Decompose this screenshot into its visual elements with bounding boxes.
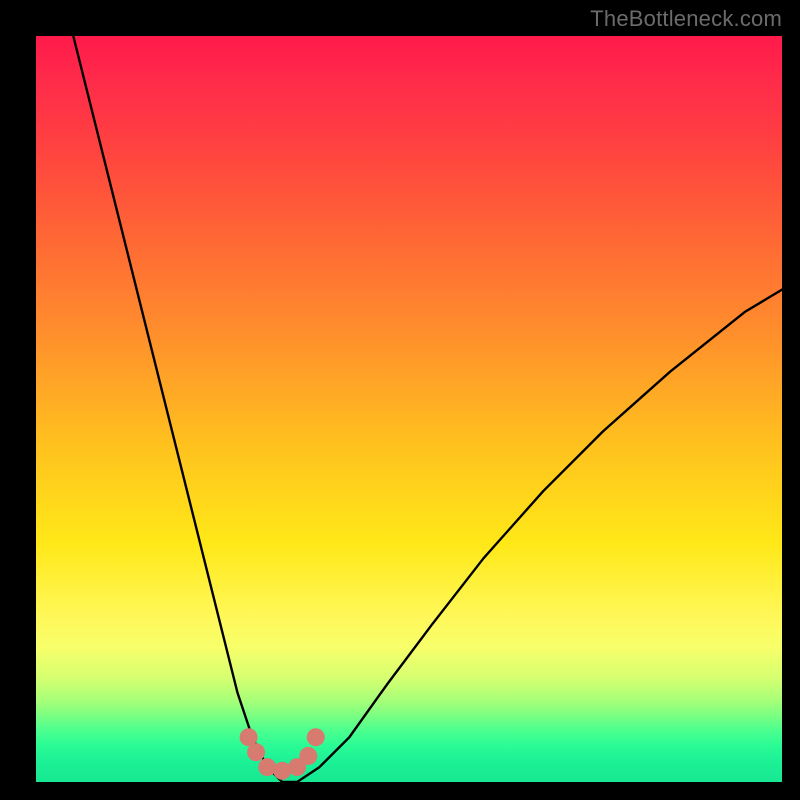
marker-dot	[247, 743, 265, 761]
marker-dot	[307, 728, 325, 746]
marker-dot	[299, 747, 317, 765]
chart-frame: TheBottleneck.com	[0, 0, 800, 800]
curve-line	[73, 36, 782, 782]
plot-area	[36, 36, 782, 782]
watermark-text: TheBottleneck.com	[590, 6, 782, 32]
chart-svg	[36, 36, 782, 782]
